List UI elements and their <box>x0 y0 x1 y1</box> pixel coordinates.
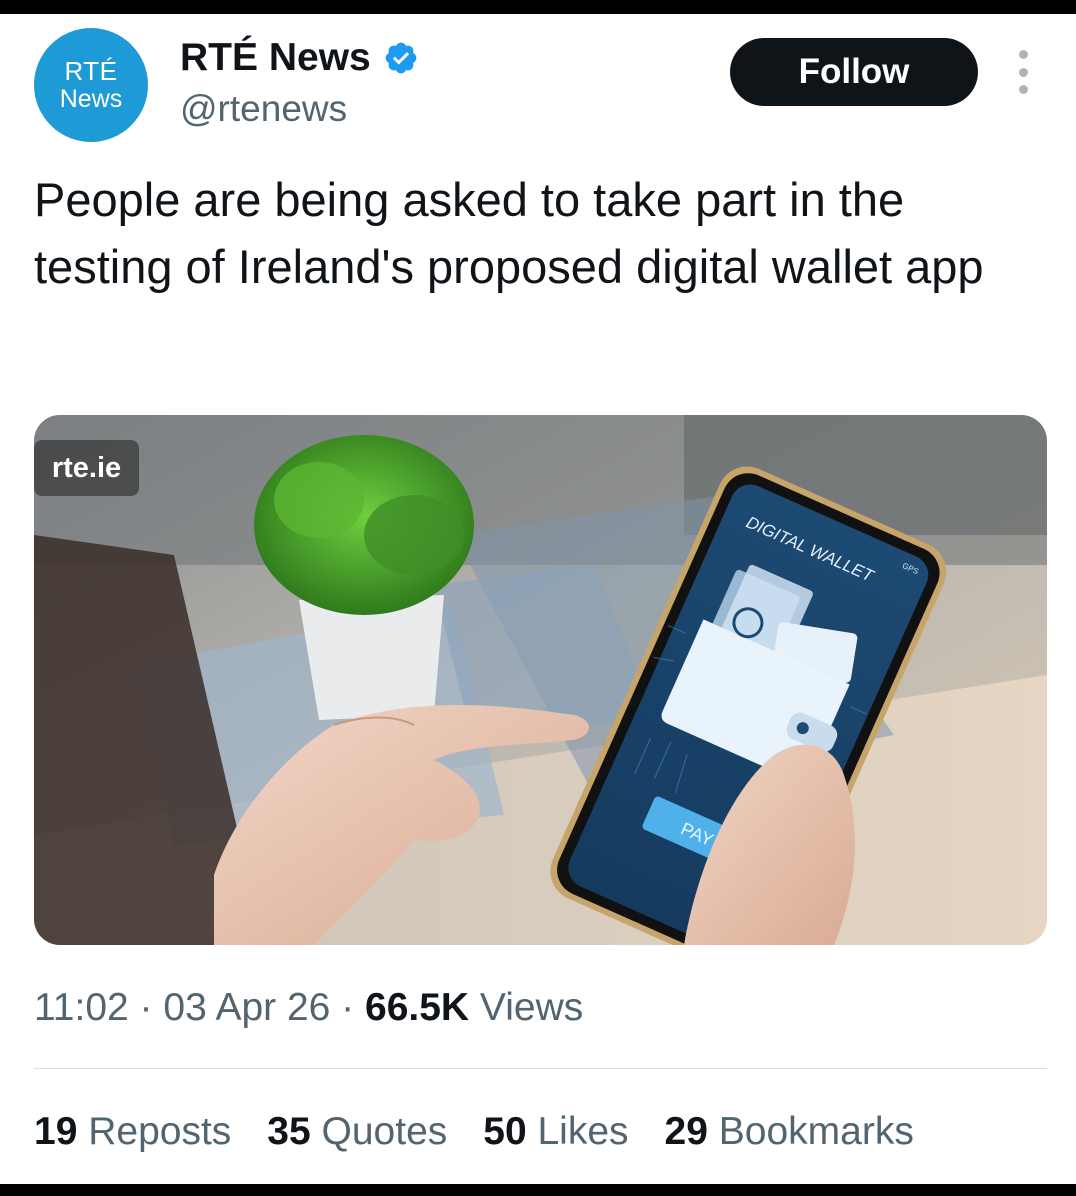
follow-button[interactable]: Follow <box>730 38 978 106</box>
quotes-label: Quotes <box>310 1110 448 1153</box>
tweet-time[interactable]: 11:02 <box>34 986 129 1029</box>
reposts-stat[interactable]: 19 Reposts <box>34 1110 231 1154</box>
bookmarks-label: Bookmarks <box>707 1110 914 1153</box>
avatar-logo-line1: RTÉ <box>64 56 118 87</box>
reposts-count: 19 <box>34 1110 78 1153</box>
tweet-date[interactable]: 03 Apr 26 <box>163 986 330 1029</box>
quotes-count: 35 <box>267 1110 311 1153</box>
avatar[interactable]: RTÉ News <box>34 28 148 142</box>
more-dot <box>1018 67 1028 77</box>
quotes-stat[interactable]: 35 Quotes <box>267 1110 447 1154</box>
verified-badge-icon <box>385 42 417 74</box>
nav-bar-edge <box>0 1184 1076 1196</box>
bookmarks-stat[interactable]: 29 Bookmarks <box>665 1110 914 1154</box>
tweet-text: People are being asked to take part in t… <box>34 173 984 293</box>
more-vertical-icon[interactable] <box>1008 50 1038 94</box>
author-handle[interactable]: @rtenews <box>180 88 347 130</box>
avatar-logo-line2: News <box>59 84 123 113</box>
divider <box>34 1068 1047 1069</box>
tweet-media-image[interactable]: GPS DIGITAL WALLET PAY <box>34 415 1047 945</box>
engagement-stats: 19 Reposts 35 Quotes 50 Likes 29 Bookmar… <box>34 1110 950 1154</box>
likes-stat[interactable]: 50 Likes <box>483 1110 628 1154</box>
meta-separator: · <box>330 986 366 1029</box>
tweet-meta: 11:02 · 03 Apr 26 · 66.5K Views <box>34 986 583 1030</box>
media-source-badge[interactable]: rte.ie <box>34 440 139 496</box>
author-name-row[interactable]: RTÉ News <box>180 36 419 80</box>
more-dot <box>1018 50 1028 59</box>
likes-label: Likes <box>526 1110 629 1153</box>
status-bar-edge <box>0 0 1076 14</box>
views-label: Views <box>469 986 584 1029</box>
more-dot <box>1018 85 1028 94</box>
bookmarks-count: 29 <box>664 1110 708 1153</box>
likes-count: 50 <box>483 1110 527 1153</box>
reposts-label: Reposts <box>77 1110 232 1153</box>
digital-wallet-photo: GPS DIGITAL WALLET PAY <box>34 415 1047 945</box>
views-count: 66.5K <box>365 986 470 1029</box>
author-display-name[interactable]: RTÉ News <box>180 36 371 80</box>
meta-separator: · <box>128 986 164 1029</box>
